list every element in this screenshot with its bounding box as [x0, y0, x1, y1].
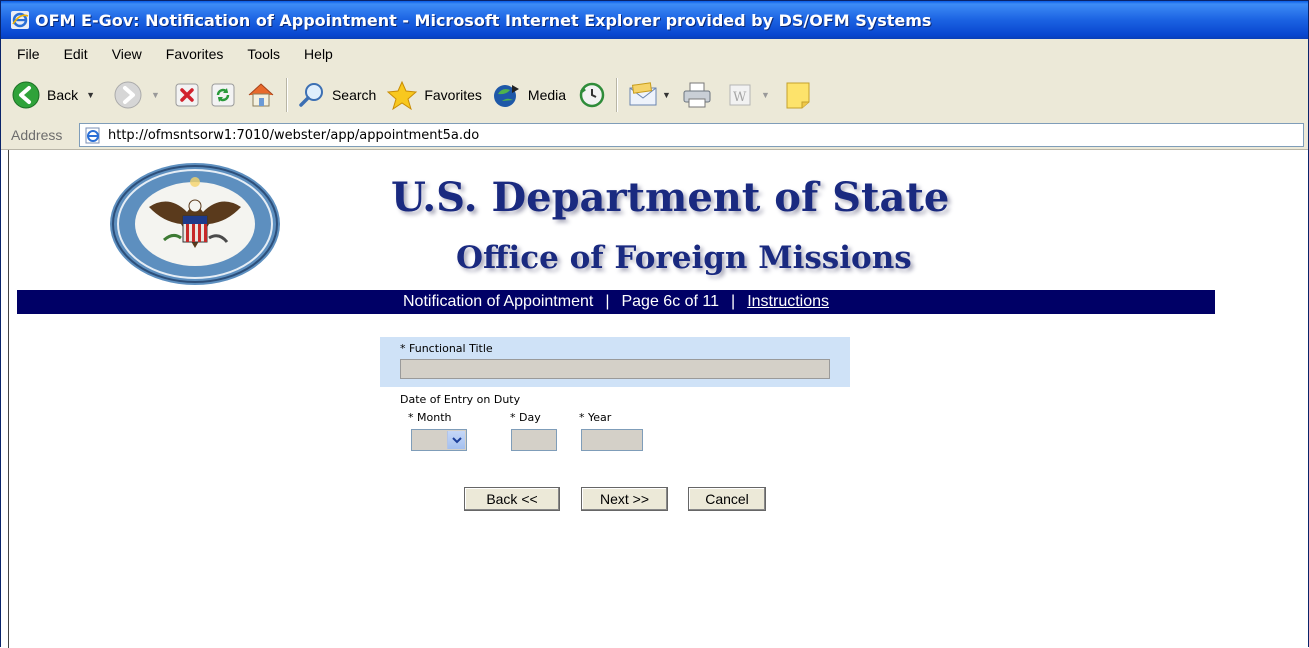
- functional-title-input[interactable]: [400, 359, 830, 379]
- cancel-form-button[interactable]: Cancel: [688, 487, 766, 511]
- day-input[interactable]: [511, 429, 557, 451]
- favorites-label: Favorites: [424, 87, 482, 103]
- stop-button[interactable]: [174, 82, 200, 108]
- back-label: Back: [47, 87, 79, 103]
- menu-edit[interactable]: Edit: [52, 46, 100, 62]
- back-arrow-icon: [12, 81, 40, 109]
- nav-section-title: Notification of Appointment: [402, 293, 594, 310]
- toolbar-separator: [285, 78, 288, 112]
- address-bar: Address http://ofmsntsorw1:7010/webster/…: [1, 121, 1308, 150]
- address-label: Address: [11, 127, 63, 143]
- printer-icon: [683, 82, 711, 108]
- address-url: http://ofmsntsorw1:7010/webster/app/appo…: [108, 127, 480, 143]
- next-form-button[interactable]: Next >>: [581, 487, 668, 511]
- nav-separator: |: [605, 293, 610, 310]
- svg-text:W: W: [733, 90, 747, 105]
- page-heading: U.S. Department of State: [391, 174, 950, 221]
- search-button[interactable]: Search: [298, 81, 376, 109]
- refresh-button[interactable]: [210, 82, 236, 108]
- date-of-entry-label: Date of Entry on Duty: [400, 393, 521, 406]
- menu-bar: File Edit View Favorites Tools Help: [1, 39, 1308, 70]
- content-left-edge: [1, 150, 9, 648]
- menu-view[interactable]: View: [100, 46, 154, 62]
- nav-page-info: Page 6c of 11: [621, 293, 720, 310]
- star-icon: [387, 80, 418, 110]
- back-form-button[interactable]: Back <<: [464, 487, 560, 511]
- chevron-down-icon[interactable]: [447, 431, 465, 449]
- menu-file[interactable]: File: [1, 46, 52, 62]
- note-icon: [786, 82, 810, 109]
- browser-window: OFM E-Gov: Notification of Appointment -…: [0, 0, 1309, 648]
- media-button[interactable]: Media: [492, 81, 566, 109]
- print-button[interactable]: [681, 81, 713, 109]
- instructions-link[interactable]: Instructions: [747, 293, 829, 311]
- page-nav-bar: Notification of Appointment | Page 6c of…: [17, 290, 1215, 314]
- day-label: * Day: [510, 411, 541, 424]
- mail-button[interactable]: ▼: [628, 82, 671, 108]
- media-icon: [493, 85, 519, 107]
- back-button[interactable]: Back ▼: [11, 80, 95, 110]
- refresh-icon: [211, 83, 235, 107]
- forward-arrow-icon: [114, 81, 142, 109]
- window-title: OFM E-Gov: Notification of Appointment -…: [35, 10, 932, 30]
- department-seal-icon: [110, 163, 280, 285]
- search-label: Search: [331, 87, 377, 103]
- mail-icon: [629, 82, 657, 106]
- edit-dropdown-icon[interactable]: ▼: [761, 90, 770, 100]
- year-label: * Year: [579, 411, 612, 424]
- functional-title-label: * Functional Title: [400, 342, 493, 355]
- history-button[interactable]: [578, 81, 606, 109]
- month-label: * Month: [408, 411, 452, 424]
- home-button[interactable]: [246, 81, 276, 109]
- page-icon: [85, 127, 100, 144]
- functional-title-section: * Functional Title: [380, 337, 850, 387]
- mail-dropdown-icon[interactable]: ▼: [662, 90, 671, 100]
- forward-button[interactable]: ▼: [113, 80, 160, 110]
- month-select[interactable]: [411, 429, 467, 451]
- stop-icon: [175, 83, 199, 107]
- page-subheading: Office of Foreign Missions: [456, 240, 912, 276]
- media-label: Media: [527, 87, 567, 103]
- favorites-button[interactable]: Favorites: [386, 80, 482, 110]
- nav-separator: |: [731, 293, 736, 310]
- year-input[interactable]: [581, 429, 643, 451]
- search-icon: [299, 83, 323, 107]
- home-icon: [248, 83, 274, 107]
- address-input[interactable]: http://ofmsntsorw1:7010/webster/app/appo…: [79, 123, 1304, 147]
- word-document-icon: W: [729, 84, 751, 106]
- menu-favorites[interactable]: Favorites: [154, 46, 236, 62]
- menu-help[interactable]: Help: [292, 46, 345, 62]
- toolbar: Back ▼ ▼ Search Favorites Media ▼ W ▼: [1, 69, 1308, 122]
- back-dropdown-icon[interactable]: ▼: [86, 90, 95, 100]
- toolbar-separator-2: [616, 78, 619, 112]
- page-content: U.S. Department of State Office of Forei…: [1, 150, 1308, 648]
- edit-word-button[interactable]: W ▼: [727, 82, 770, 108]
- forward-dropdown-icon[interactable]: ▼: [151, 90, 160, 100]
- history-icon: [579, 82, 605, 108]
- ie-logo-icon: [11, 11, 29, 29]
- menu-tools[interactable]: Tools: [235, 46, 292, 62]
- title-bar: OFM E-Gov: Notification of Appointment -…: [1, 1, 1308, 39]
- discuss-button[interactable]: [784, 80, 812, 110]
